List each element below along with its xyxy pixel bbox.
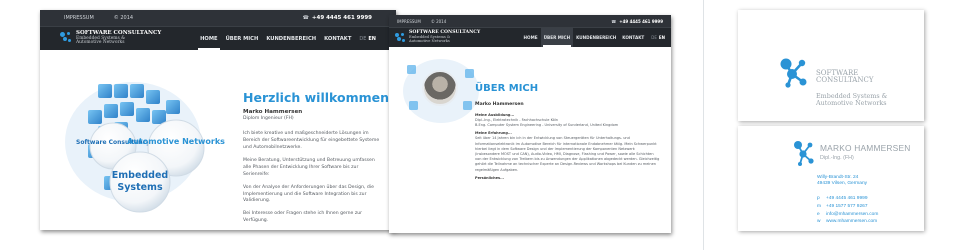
phone-icon: ☎ [611, 18, 617, 24]
phone-number: +49 4445 461 9999 [619, 18, 663, 24]
card-title-line-2: CONSULTANCY [816, 76, 874, 85]
logo-subtitle-2: Automotive Networks [76, 40, 125, 46]
site-logo[interactable]: SOFTWARE CONSULTANCY Embedded Systems & … [60, 30, 161, 46]
section-divider [703, 0, 704, 250]
welcome-text: Marko Hammersen Diplom Ingenieur (FH) Ic… [243, 108, 383, 230]
language-switch[interactable]: DE EN [651, 28, 665, 47]
card-mobile[interactable]: +49 1577 577 9267 [826, 204, 867, 209]
top-bar: IMPRESSUM © 2014 ☎ +49 4445 461 9999 [40, 10, 396, 26]
intro-paragraph-1: Ich biete kreative und maßgeschneiderte … [243, 131, 380, 151]
card-subtitle-line-2: Automotive Networks [816, 99, 887, 108]
email-label: e [817, 211, 820, 217]
molecule-logo-icon [780, 58, 807, 88]
bubble-embedded-label-2: Systems [117, 182, 163, 193]
card-company-title: SOFTWARE CONSULTANCY [816, 69, 874, 85]
copyright: © 2014 [113, 15, 134, 21]
nav-contact[interactable]: KONTAKT [619, 28, 647, 47]
personal-heading: Persönliches... [475, 175, 505, 180]
phone-number: +49 4445 461 9999 [311, 15, 372, 21]
lang-de[interactable]: DE [359, 36, 366, 42]
about-text: Marko Hammersen Meine Ausbildung... Dipl… [475, 102, 660, 181]
card-phone-row: p +49 4445 461 9999 [817, 195, 878, 203]
intro-paragraph-4: Bei Interesse oder Fragen stehe ich Ihne… [243, 211, 363, 224]
copyright: © 2014 [430, 18, 447, 24]
nav-home[interactable]: HOME [521, 28, 541, 47]
card-person-role: Dipl.-Ing. (FH) [820, 155, 854, 161]
card-address: Willy-Brandt-Str. 24 49439 Vilsen, Germa… [817, 175, 867, 187]
intro-paragraph-3: Von der Analyse der Anforderungen über d… [243, 184, 374, 204]
lang-en[interactable]: EN [659, 35, 665, 40]
card-contact-list: p +49 4445 461 9999 m +49 1577 577 9267 e i… [817, 195, 878, 226]
card-phone[interactable]: +49 4445 461 9999 [826, 196, 867, 201]
mobile-label: m [817, 203, 821, 209]
card-web-row: w www.mhammersen.com [817, 218, 878, 226]
person-role: Diplom Ingenieur (FH) [243, 116, 294, 122]
nav-about[interactable]: ÜBER MICH [222, 27, 263, 50]
page-title: Herzlich willkommen [243, 90, 390, 105]
molecule-logo-icon [60, 32, 72, 44]
main-navbar: SOFTWARE CONSULTANCY Embedded Systems & … [389, 27, 671, 47]
person-name: Marko Hammersen [475, 102, 524, 107]
card-email[interactable]: info@mhammersen.com [826, 212, 878, 217]
homepage-screenshot: IMPRESSUM © 2014 ☎ +49 4445 461 9999 SOF… [40, 10, 396, 230]
business-card-back: MARKO HAMMERSEN Dipl.-Ing. (FH) Willy-Br… [738, 126, 924, 231]
impressum-link[interactable]: IMPRESSUM [397, 19, 421, 24]
molecule-logo-icon [794, 141, 814, 166]
education-item-2: B.Eng. Computer System Engineering - Uni… [475, 123, 619, 128]
top-bar: IMPRESSUM © 2014 ☎ +49 4445 461 9999 [389, 15, 671, 27]
intro-paragraph-2: Meine Beratung, Unterstützung und Betreu… [243, 157, 375, 177]
impressum-link[interactable]: IMPRESSUM [64, 15, 94, 21]
about-page-screenshot: IMPRESSUM © 2014 ☎ +49 4445 461 9999 SOF… [389, 15, 671, 233]
lang-de[interactable]: DE [651, 35, 657, 40]
nav-about[interactable]: ÜBER MICH [540, 28, 574, 47]
bubble-automotive-label: Automotive Networks [127, 137, 225, 146]
site-logo[interactable]: SOFTWARE CONSULTANCY Embedded Systems & … [395, 30, 480, 44]
lang-en[interactable]: EN [368, 36, 376, 42]
web-label: w [817, 219, 821, 225]
bubble-embedded-label-1: Embedded [112, 170, 168, 181]
card-mobile-row: m +49 1577 577 9267 [817, 203, 878, 211]
nav-contact[interactable]: KONTAKT [320, 27, 355, 50]
nav-home[interactable]: HOME [196, 27, 221, 50]
card-website[interactable]: www.mhammersen.com [826, 219, 877, 224]
card-person-name: MARKO HAMMERSEN [820, 143, 911, 153]
phone-label: p [817, 196, 820, 201]
molecule-logo-icon [395, 32, 405, 43]
nav-customer-area[interactable]: KUNDENBEREICH [573, 28, 619, 47]
logo-subtitle-2: Automotive Networks [409, 38, 450, 43]
main-navbar: SOFTWARE CONSULTANCY Embedded Systems & … [40, 26, 396, 50]
card-company-subtitle: Embedded Systems & Automotive Networks [816, 92, 887, 108]
card-city: 49439 Vilsen, Germany [817, 181, 868, 187]
profile-photo [422, 70, 458, 106]
experience-paragraph: Seit über 14 Jahren bin ich in der Entwi… [475, 136, 660, 172]
card-email-row: e info@mhammersen.com [817, 211, 878, 219]
language-switch[interactable]: DE EN [359, 27, 376, 50]
hero-bubbles-illustration: Software Consultancy Automotive Networks… [65, 82, 225, 213]
nav-menu: HOME ÜBER MICH KUNDENBEREICH KONTAKT DE … [521, 28, 665, 47]
business-card-front: SOFTWARE CONSULTANCY Embedded Systems & … [738, 10, 924, 121]
nav-menu: HOME ÜBER MICH KUNDENBEREICH KONTAKT DE … [196, 27, 376, 50]
phone-icon: ☎ [302, 15, 309, 21]
nav-customer-area[interactable]: KUNDENBEREICH [262, 27, 320, 50]
page-title: ÜBER MICH [475, 83, 539, 94]
